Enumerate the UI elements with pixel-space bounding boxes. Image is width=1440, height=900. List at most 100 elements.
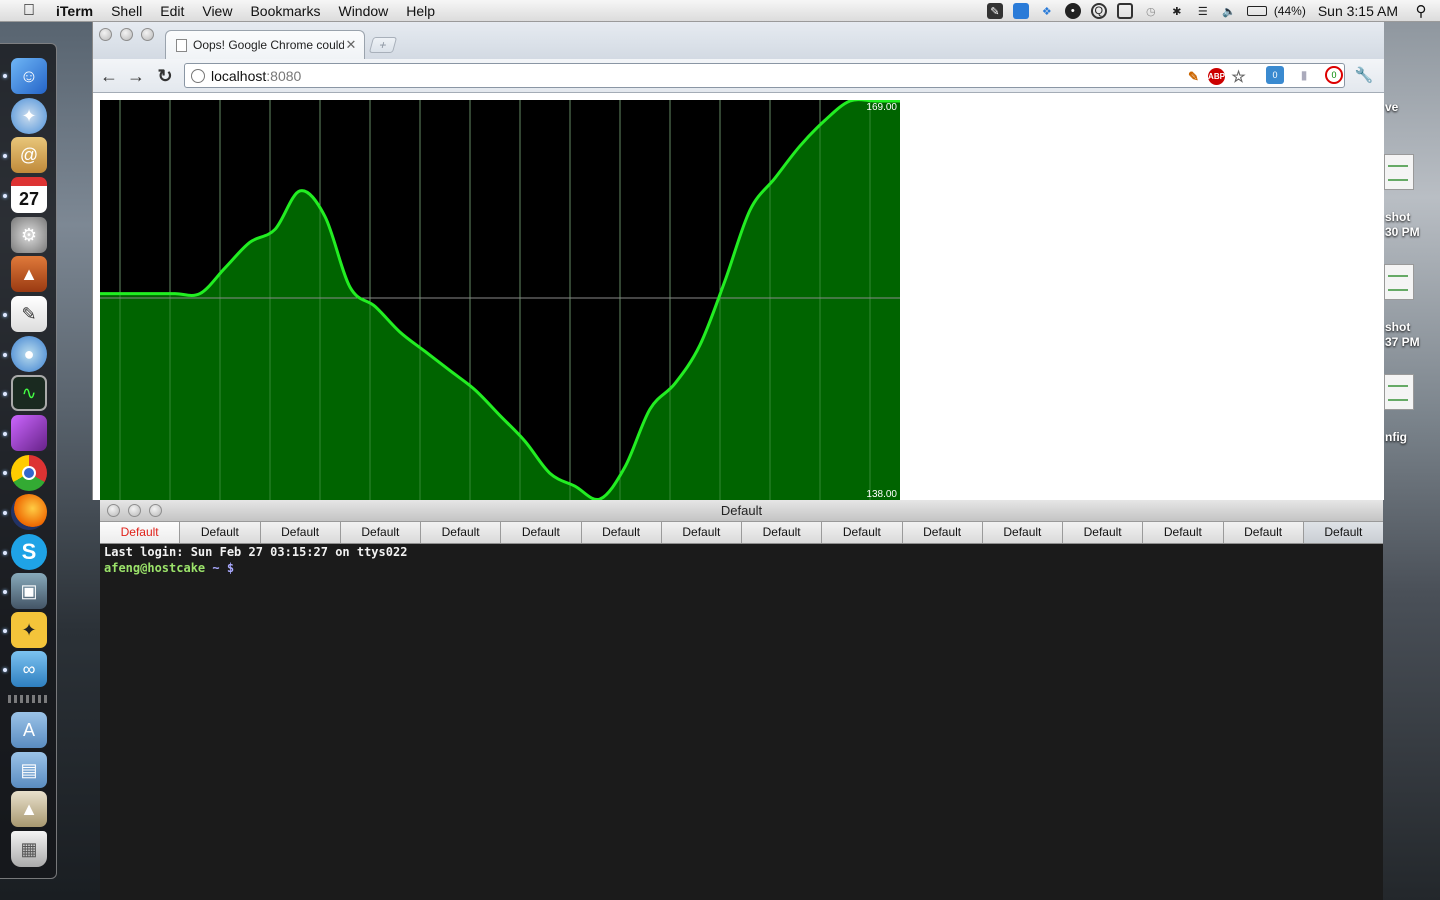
desktop-label[interactable]: shot	[1385, 210, 1410, 225]
quicksilver-icon[interactable]: Q	[1090, 3, 1107, 19]
extension-gray-icon[interactable]: ▮	[1295, 66, 1313, 84]
iterm-tab-14[interactable]: Default	[1143, 522, 1224, 543]
display-icon[interactable]	[1116, 3, 1133, 19]
iterm-tab-13[interactable]: Default	[1063, 522, 1144, 543]
extension-badge: 0	[1331, 70, 1337, 80]
iterm-tab-1[interactable]: Default	[100, 522, 181, 543]
iterm-tab-16[interactable]: Default	[1303, 522, 1383, 543]
paintbrush-icon[interactable]: ✎	[1185, 68, 1202, 85]
apple-menu-icon[interactable]: 	[18, 0, 40, 22]
prompt-user: afeng@hostcake	[104, 561, 206, 575]
running-indicator	[3, 432, 7, 436]
browser-tab[interactable]: Oops! Google Chrome could ✕	[165, 30, 365, 59]
volume-icon[interactable]: 🔈	[1221, 3, 1237, 19]
activity-monitor-icon[interactable]: ∿	[11, 375, 47, 411]
data-point	[724, 280, 726, 282]
iterm-tab-7[interactable]: Default	[582, 522, 662, 543]
applications-folder-icon[interactable]: A	[11, 712, 47, 748]
iterm-tab-10[interactable]: Default	[822, 522, 903, 543]
menu-view[interactable]: View	[193, 0, 241, 22]
address-bar[interactable]: localhost :8080 ✎ ABP ☆	[184, 63, 1345, 88]
window-close-button[interactable]	[99, 28, 112, 41]
iterm-tab-8[interactable]: Default	[662, 522, 742, 543]
forward-button[interactable]: →	[125, 65, 147, 87]
textedit-icon[interactable]: ✎	[11, 296, 47, 332]
iterm-window: Default Default Default Default Default Defa…	[100, 500, 1383, 900]
firefox-icon[interactable]	[11, 494, 47, 530]
spotlight-search-icon[interactable]: ⚲	[1410, 0, 1432, 22]
menu-shell[interactable]: Shell	[102, 0, 151, 22]
menu-help[interactable]: Help	[397, 0, 444, 22]
reload-button[interactable]: ↻	[154, 65, 176, 87]
data-point	[774, 177, 776, 179]
desktop-screenshot-icon[interactable]	[1384, 264, 1414, 300]
window-minimize-button[interactable]	[120, 28, 133, 41]
time-machine-icon[interactable]: ◷	[1143, 3, 1159, 19]
desktop-label[interactable]: shot	[1385, 320, 1410, 335]
desktop-label[interactable]: 30 PM	[1385, 225, 1420, 240]
desktop-label[interactable]: ve	[1385, 100, 1398, 115]
twitter-bird-icon[interactable]: ✦	[11, 612, 47, 648]
purple-app-icon[interactable]	[11, 415, 47, 451]
ical-icon[interactable]: 27	[11, 177, 47, 213]
window-zoom-button[interactable]	[141, 28, 154, 41]
skype-icon[interactable]: S	[11, 534, 47, 570]
extension-translate-icon[interactable]: 0	[1266, 66, 1284, 84]
terminal-output[interactable]: Last login: Sun Feb 27 03:15:27 on ttys0…	[104, 544, 1379, 900]
battery-icon[interactable]	[1246, 6, 1267, 16]
data-point	[324, 216, 326, 218]
new-tab-button[interactable]: +	[368, 37, 398, 53]
iphoto-icon[interactable]: ▣	[11, 573, 47, 609]
chrome-window: Oops! Google Chrome could ✕ + ← → ↻ loca…	[92, 22, 1384, 500]
mail-icon[interactable]: @	[11, 137, 47, 173]
network-utility-icon[interactable]: ∞	[11, 651, 47, 687]
menu-edit[interactable]: Edit	[151, 0, 193, 22]
bookmark-star-icon[interactable]: ☆	[1230, 68, 1247, 86]
iterm-tab-2[interactable]: Default	[180, 522, 261, 543]
iterm-tab-4[interactable]: Default	[341, 522, 421, 543]
desktop-screenshot-icon[interactable]	[1384, 154, 1414, 190]
iterm-tab-9[interactable]: Default	[742, 522, 823, 543]
extension-badge: 0	[1272, 70, 1278, 80]
battery-percent[interactable]: (44%)	[1274, 4, 1306, 18]
ichat-icon[interactable]: ●	[11, 336, 47, 372]
window-zoom-button[interactable]	[149, 504, 162, 517]
menu-bookmarks[interactable]: Bookmarks	[241, 0, 329, 22]
running-indicator	[3, 471, 7, 475]
tab-title: Oops! Google Chrome could	[193, 38, 344, 52]
extension-red-icon[interactable]: 0	[1325, 66, 1343, 84]
bluetooth-icon[interactable]: ✱	[1169, 3, 1185, 19]
documents-folder-icon[interactable]: ▤	[11, 752, 47, 788]
area-chart: 169.00 138.00	[100, 100, 900, 500]
tab-close-icon[interactable]: ✕	[344, 37, 358, 53]
wifi-icon[interactable]: ☰	[1195, 3, 1211, 19]
menu-clock[interactable]: Sun 3:15 AM	[1318, 3, 1398, 19]
iterm-tab-11[interactable]: Default	[903, 522, 983, 543]
safari-icon[interactable]: ✦	[11, 98, 47, 134]
finder-icon[interactable]: ☺	[11, 58, 47, 94]
desktop-label[interactable]: nfig	[1385, 430, 1407, 445]
iterm-tab-5[interactable]: Default	[421, 522, 502, 543]
adblock-plus-icon[interactable]: ABP	[1208, 68, 1225, 85]
window-minimize-button[interactable]	[128, 504, 141, 517]
iterm-tab-15[interactable]: Default	[1224, 522, 1304, 543]
keynote-icon[interactable]: ▲	[11, 256, 47, 292]
back-button[interactable]: ←	[98, 65, 120, 87]
dropbox-icon[interactable]: ❖	[1039, 3, 1055, 19]
menu-app-name[interactable]: iTerm	[54, 0, 102, 22]
trash-icon[interactable]: ▦	[11, 831, 47, 867]
desktop-label[interactable]: 37 PM	[1385, 335, 1420, 350]
chrome-icon[interactable]	[11, 455, 47, 491]
iterm-tab-3[interactable]: Default	[261, 522, 341, 543]
iterm-tab-12[interactable]: Default	[983, 522, 1063, 543]
blue-square-icon[interactable]	[1012, 3, 1029, 19]
evernote-icon[interactable]: ✎	[986, 3, 1003, 19]
wrench-menu-icon[interactable]: 🔧	[1355, 66, 1374, 84]
growl-icon[interactable]: •	[1064, 3, 1081, 19]
menu-window[interactable]: Window	[329, 0, 397, 22]
downloads-stack-icon[interactable]: ▲	[11, 791, 47, 827]
window-close-button[interactable]	[107, 504, 120, 517]
system-preferences-icon[interactable]: ⚙	[11, 217, 47, 253]
desktop-file-icon[interactable]	[1384, 374, 1414, 410]
iterm-tab-6[interactable]: Default	[501, 522, 582, 543]
